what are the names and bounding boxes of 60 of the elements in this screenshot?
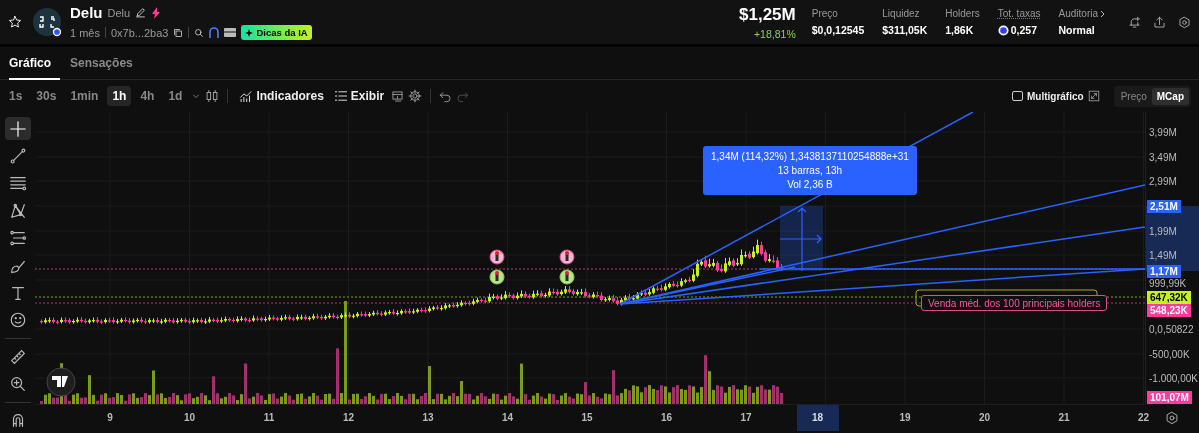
stat-label: Liquidez xyxy=(882,8,921,19)
stat-value: Normal xyxy=(1058,24,1095,36)
stat-label[interactable]: Auditoria xyxy=(1058,8,1106,19)
time-tick-label: 9 xyxy=(107,411,113,425)
tab[interactable]: Sensações xyxy=(70,47,142,80)
time-tick-label: 18 xyxy=(796,405,839,431)
price-tick-label: 0,0,50822 xyxy=(1149,322,1194,336)
tooltip-line: Vol 2,36 B xyxy=(787,179,833,190)
token-ticker: Delu xyxy=(107,6,131,19)
price-tick-label: 1,99M xyxy=(1149,224,1177,238)
price-tick-label: 3,99M xyxy=(1149,125,1177,139)
time-tick-label: 15 xyxy=(581,411,593,425)
time-tick-label: 12 xyxy=(342,411,355,425)
market-cap-value: $1,25M xyxy=(739,4,796,25)
time-tick-label: 11 xyxy=(263,411,275,425)
price-tick-label: -1.000,00K xyxy=(1149,371,1198,385)
indicators-button[interactable]: Indicadores xyxy=(236,89,327,103)
price-badge: 101,07M xyxy=(1147,390,1192,404)
price-change: +18,81% xyxy=(753,27,796,40)
time-tick-label: 16 xyxy=(660,411,673,425)
interval-button[interactable]: 1d xyxy=(163,86,188,106)
price-badge: 647,32K xyxy=(1147,290,1191,304)
stat-label: Preço xyxy=(811,8,839,19)
time-tick-label: 19 xyxy=(899,411,911,425)
tooltip-line: 1,34M (114,32%) 1,3438137110254888e+31 xyxy=(711,151,909,162)
interval-button[interactable]: 30s xyxy=(31,86,62,106)
interval-button[interactable]: 1s xyxy=(4,86,28,106)
time-tick-label: 21 xyxy=(1058,411,1070,425)
interval-button[interactable]: 1h xyxy=(107,86,132,106)
tab[interactable]: Gráfico xyxy=(9,47,60,80)
price-tick-label: -500,00K xyxy=(1149,347,1190,361)
time-tick-label: 22 xyxy=(1137,411,1150,425)
display-button[interactable]: Exibir xyxy=(330,89,388,103)
token-age: 1 mês xyxy=(70,26,100,39)
token-name: Delu xyxy=(70,4,103,21)
interval-button[interactable]: 1min xyxy=(65,86,104,106)
stat-value: $311,05K xyxy=(882,24,928,36)
time-tick-label: 14 xyxy=(501,411,514,425)
multichart-checkbox[interactable]: Multigráfico xyxy=(1011,90,1084,102)
token-address: 0x7b...2ba3 xyxy=(110,26,169,39)
price-tick-label: 1,49M xyxy=(1149,248,1177,262)
ai-tips-badge[interactable]: Dicas da IA xyxy=(241,25,312,40)
price-tick-label: 2,99M xyxy=(1149,174,1177,188)
price-badge: 2,51M xyxy=(1147,199,1181,213)
time-tick-label: 20 xyxy=(978,411,991,425)
price-tick-label: 3,49M xyxy=(1149,150,1177,164)
time-tick-label: 13 xyxy=(422,411,434,425)
price-tick-label: 999,99K xyxy=(1149,277,1187,290)
interval-button[interactable]: 4h xyxy=(135,86,160,106)
stat-label: Tot. taxas xyxy=(997,8,1041,19)
stat-value: 1,86K xyxy=(945,24,974,36)
time-tick-label: 10 xyxy=(183,411,196,425)
time-tick-label: 17 xyxy=(740,411,752,425)
scale-toggle[interactable]: Preço xyxy=(1115,87,1152,105)
scale-toggle[interactable]: MCap xyxy=(1151,87,1189,105)
stat-value: $0,0,12545 xyxy=(811,24,865,36)
stat-value: 0,257 xyxy=(1010,24,1037,36)
tooltip-line: 13 barras, 13h xyxy=(777,165,843,176)
stat-label: Holders xyxy=(945,8,980,19)
holders-average-label: Venda méd. dos 100 principais holders xyxy=(921,295,1108,311)
